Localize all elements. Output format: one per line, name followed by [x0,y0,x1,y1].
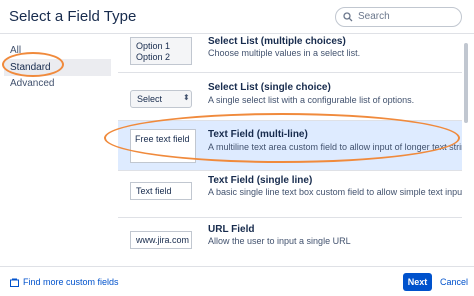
sidebar-item-advanced[interactable]: Advanced [4,75,111,92]
search-icon [343,12,353,22]
field-description: Allow the user to input a single URL [208,236,351,246]
field-description: Choose multiple values in a select list. [208,48,361,58]
find-more-fields-label: Find more custom fields [23,277,119,287]
field-row-select-multiple[interactable]: Option 1 Option 2 Select List (multiple … [118,35,462,73]
list-scrollbar[interactable] [463,35,469,265]
textfield-preview: Text field [130,182,192,200]
preview-option-2: Option 2 [136,52,171,62]
dialog-title: Select a Field Type [9,8,137,25]
preview-option-1: Option 1 [136,41,171,51]
find-more-fields-link[interactable]: Find more custom fields [10,277,119,287]
multi-select-preview: Option 1 Option 2 [130,37,192,65]
single-select-preview: Select ⬍ [130,90,192,108]
next-button[interactable]: Next [403,273,432,291]
select-preview-label: Select [137,94,163,104]
field-description: A basic single line text box custom fiel… [208,187,462,197]
search-placeholder: Search [358,11,390,22]
field-title: Select List (single choice) [208,82,331,93]
field-title: Select List (multiple choices) [208,36,346,47]
scrollbar-thumb[interactable] [464,43,468,123]
field-row-text-single[interactable]: Text field Text Field (single line) A ba… [118,171,462,218]
dialog-footer: Find more custom fields Next Cancel [0,266,474,296]
marketplace-icon [10,278,19,287]
field-description: A single select list with a configurable… [208,95,415,105]
search-input[interactable]: Search [335,7,462,27]
url-preview: www.jira.com [130,231,192,249]
cancel-button[interactable]: Cancel [440,277,468,287]
field-row-url[interactable]: www.jira.com URL Field Allow the user to… [118,218,462,265]
annotation-circle-multiline [104,113,460,163]
field-title: URL Field [208,224,255,235]
field-title: Text Field (single line) [208,175,313,186]
chevron-updown-icon: ⬍ [183,93,190,102]
annotation-circle-standard [2,52,64,77]
dialog-header: Select a Field Type Search [0,0,474,34]
